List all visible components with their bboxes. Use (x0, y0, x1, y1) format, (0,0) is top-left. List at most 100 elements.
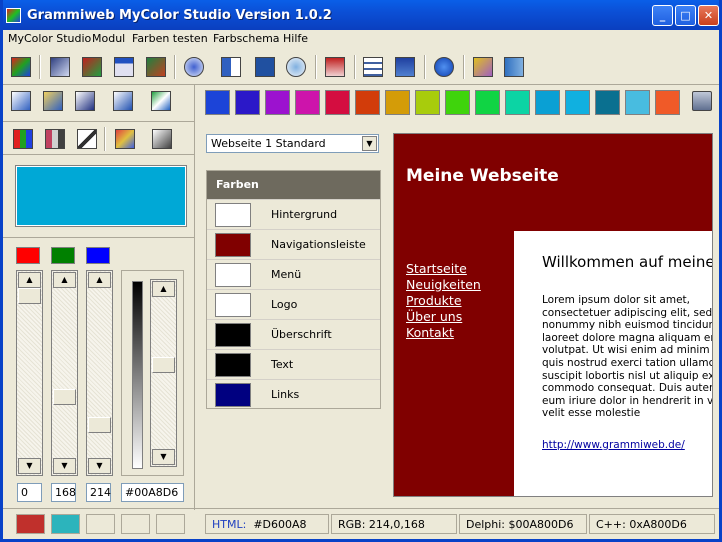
magnifier-grid-button[interactable] (218, 54, 244, 80)
trash-button[interactable] (689, 88, 715, 114)
menu-modul[interactable]: Modul (92, 32, 125, 45)
menu-hilfe[interactable]: Hilfe (283, 32, 308, 45)
palette-swatch[interactable] (265, 90, 290, 115)
green-value-field[interactable]: 168 (51, 483, 76, 502)
download-button[interactable] (392, 54, 418, 80)
red-value-field[interactable]: 0 (17, 483, 42, 502)
scheme-row-logo[interactable]: Logo (207, 289, 380, 319)
open-palette-button[interactable] (40, 88, 66, 114)
blue-slider[interactable]: ▲ ▼ (86, 270, 113, 476)
hsb-mode-button[interactable] (42, 126, 68, 152)
recent-color-slot[interactable] (51, 514, 80, 534)
blue-value-field[interactable]: 214 (86, 483, 111, 502)
rgb-mode-button[interactable] (10, 126, 36, 152)
red-slider-thumb[interactable] (18, 288, 41, 304)
green-slider-thumb[interactable] (53, 389, 76, 406)
slider-up-arrow[interactable]: ▲ (152, 281, 175, 297)
slider-up-arrow[interactable]: ▲ (18, 272, 41, 288)
preview-nav-link[interactable]: Neuigkeiten (406, 277, 481, 292)
maximize-button[interactable]: □ (675, 5, 696, 26)
paint-bucket-button[interactable] (149, 126, 175, 152)
info-page-button[interactable] (252, 54, 278, 80)
slider-down-arrow[interactable]: ▼ (88, 458, 111, 474)
pdf-color-button[interactable] (322, 54, 348, 80)
copy-palette-button[interactable] (8, 88, 34, 114)
menu-mycolor-studio[interactable]: MyColor Studio (8, 32, 91, 45)
scheme-row-heading[interactable]: Überschrift (207, 319, 380, 349)
color-box[interactable] (215, 293, 251, 317)
key-button[interactable] (470, 54, 496, 80)
color-box[interactable] (215, 323, 251, 347)
scheme-row-links[interactable]: Links (207, 379, 380, 409)
red-slider[interactable]: ▲ ▼ (16, 270, 43, 476)
brush-button[interactable] (112, 126, 138, 152)
minimize-button[interactable]: _ (652, 5, 673, 26)
color-box[interactable] (215, 263, 251, 287)
palette-swatch[interactable] (475, 90, 500, 115)
exit-door-button[interactable] (501, 54, 527, 80)
preview-nav-link[interactable]: Startseite (406, 261, 467, 276)
scheme-row-text[interactable]: Text (207, 349, 380, 379)
palette-swatch[interactable] (565, 90, 590, 115)
window-color-button[interactable] (111, 54, 137, 80)
palette-swatch[interactable] (505, 90, 530, 115)
swap-colors-button[interactable] (148, 88, 174, 114)
preview-nav-link[interactable]: Kontakt (406, 325, 454, 340)
palette-swatch[interactable] (655, 90, 680, 115)
info-palette-button[interactable] (110, 88, 136, 114)
web-color-button[interactable] (181, 54, 207, 80)
scheme-row-menu[interactable]: Menü (207, 259, 380, 289)
blue-slider-thumb[interactable] (88, 417, 111, 434)
slider-down-arrow[interactable]: ▼ (152, 449, 175, 465)
preview-link[interactable]: http://www.grammiweb.de/ (542, 439, 685, 451)
recent-color-slot[interactable] (156, 514, 185, 534)
preview-nav-link[interactable]: Über uns (406, 309, 462, 324)
green-indicator (51, 247, 75, 264)
color-picker-button[interactable] (8, 54, 34, 80)
menu-farben-testen[interactable]: Farben testen (132, 32, 208, 45)
close-button[interactable]: ✕ (698, 5, 719, 26)
palette-swatch[interactable] (595, 90, 620, 115)
document-grid-button[interactable] (360, 54, 386, 80)
scheme-dropdown[interactable]: Webseite 1 Standard ▼ (206, 134, 379, 153)
gradient-2-button[interactable] (79, 54, 105, 80)
help-button[interactable] (431, 54, 457, 80)
palette-strike-button[interactable] (143, 54, 169, 80)
eyedropper-button[interactable] (74, 126, 100, 152)
recent-color-slot[interactable] (121, 514, 150, 534)
preview-nav-link[interactable]: Produkte (406, 293, 462, 308)
gradient-icon (50, 57, 70, 77)
pdf-color-icon (325, 57, 345, 77)
brightness-slider[interactable]: ▲ ▼ (150, 279, 177, 467)
brightness-slider-thumb[interactable] (152, 356, 175, 373)
color-box[interactable] (215, 353, 251, 377)
save-palette-button[interactable] (72, 88, 98, 114)
color-box[interactable] (215, 233, 251, 257)
palette-swatch[interactable] (625, 90, 650, 115)
chevron-down-icon[interactable]: ▼ (362, 136, 377, 151)
slider-up-arrow[interactable]: ▲ (53, 272, 76, 288)
green-slider[interactable]: ▲ ▼ (51, 270, 78, 476)
gradient-button[interactable] (47, 54, 73, 80)
palette-swatch[interactable] (415, 90, 440, 115)
scheme-row-background[interactable]: Hintergrund (207, 199, 380, 229)
palette-swatch[interactable] (355, 90, 380, 115)
slider-up-arrow[interactable]: ▲ (88, 272, 111, 288)
search-zoom-button[interactable] (283, 54, 309, 80)
color-box[interactable] (215, 203, 251, 227)
slider-down-arrow[interactable]: ▼ (18, 458, 41, 474)
color-box[interactable] (215, 383, 251, 407)
palette-swatch[interactable] (445, 90, 470, 115)
recent-color-slot[interactable] (16, 514, 45, 534)
hex-value-field[interactable]: #00A8D6 (121, 483, 184, 502)
palette-swatch[interactable] (385, 90, 410, 115)
palette-swatch[interactable] (535, 90, 560, 115)
palette-swatch[interactable] (325, 90, 350, 115)
scheme-row-navigation[interactable]: Navigationsleiste (207, 229, 380, 259)
palette-swatch[interactable] (235, 90, 260, 115)
palette-swatch[interactable] (205, 90, 230, 115)
palette-swatch[interactable] (295, 90, 320, 115)
slider-down-arrow[interactable]: ▼ (53, 458, 76, 474)
recent-color-slot[interactable] (86, 514, 115, 534)
menu-farbschema[interactable]: Farbschema (213, 32, 280, 45)
